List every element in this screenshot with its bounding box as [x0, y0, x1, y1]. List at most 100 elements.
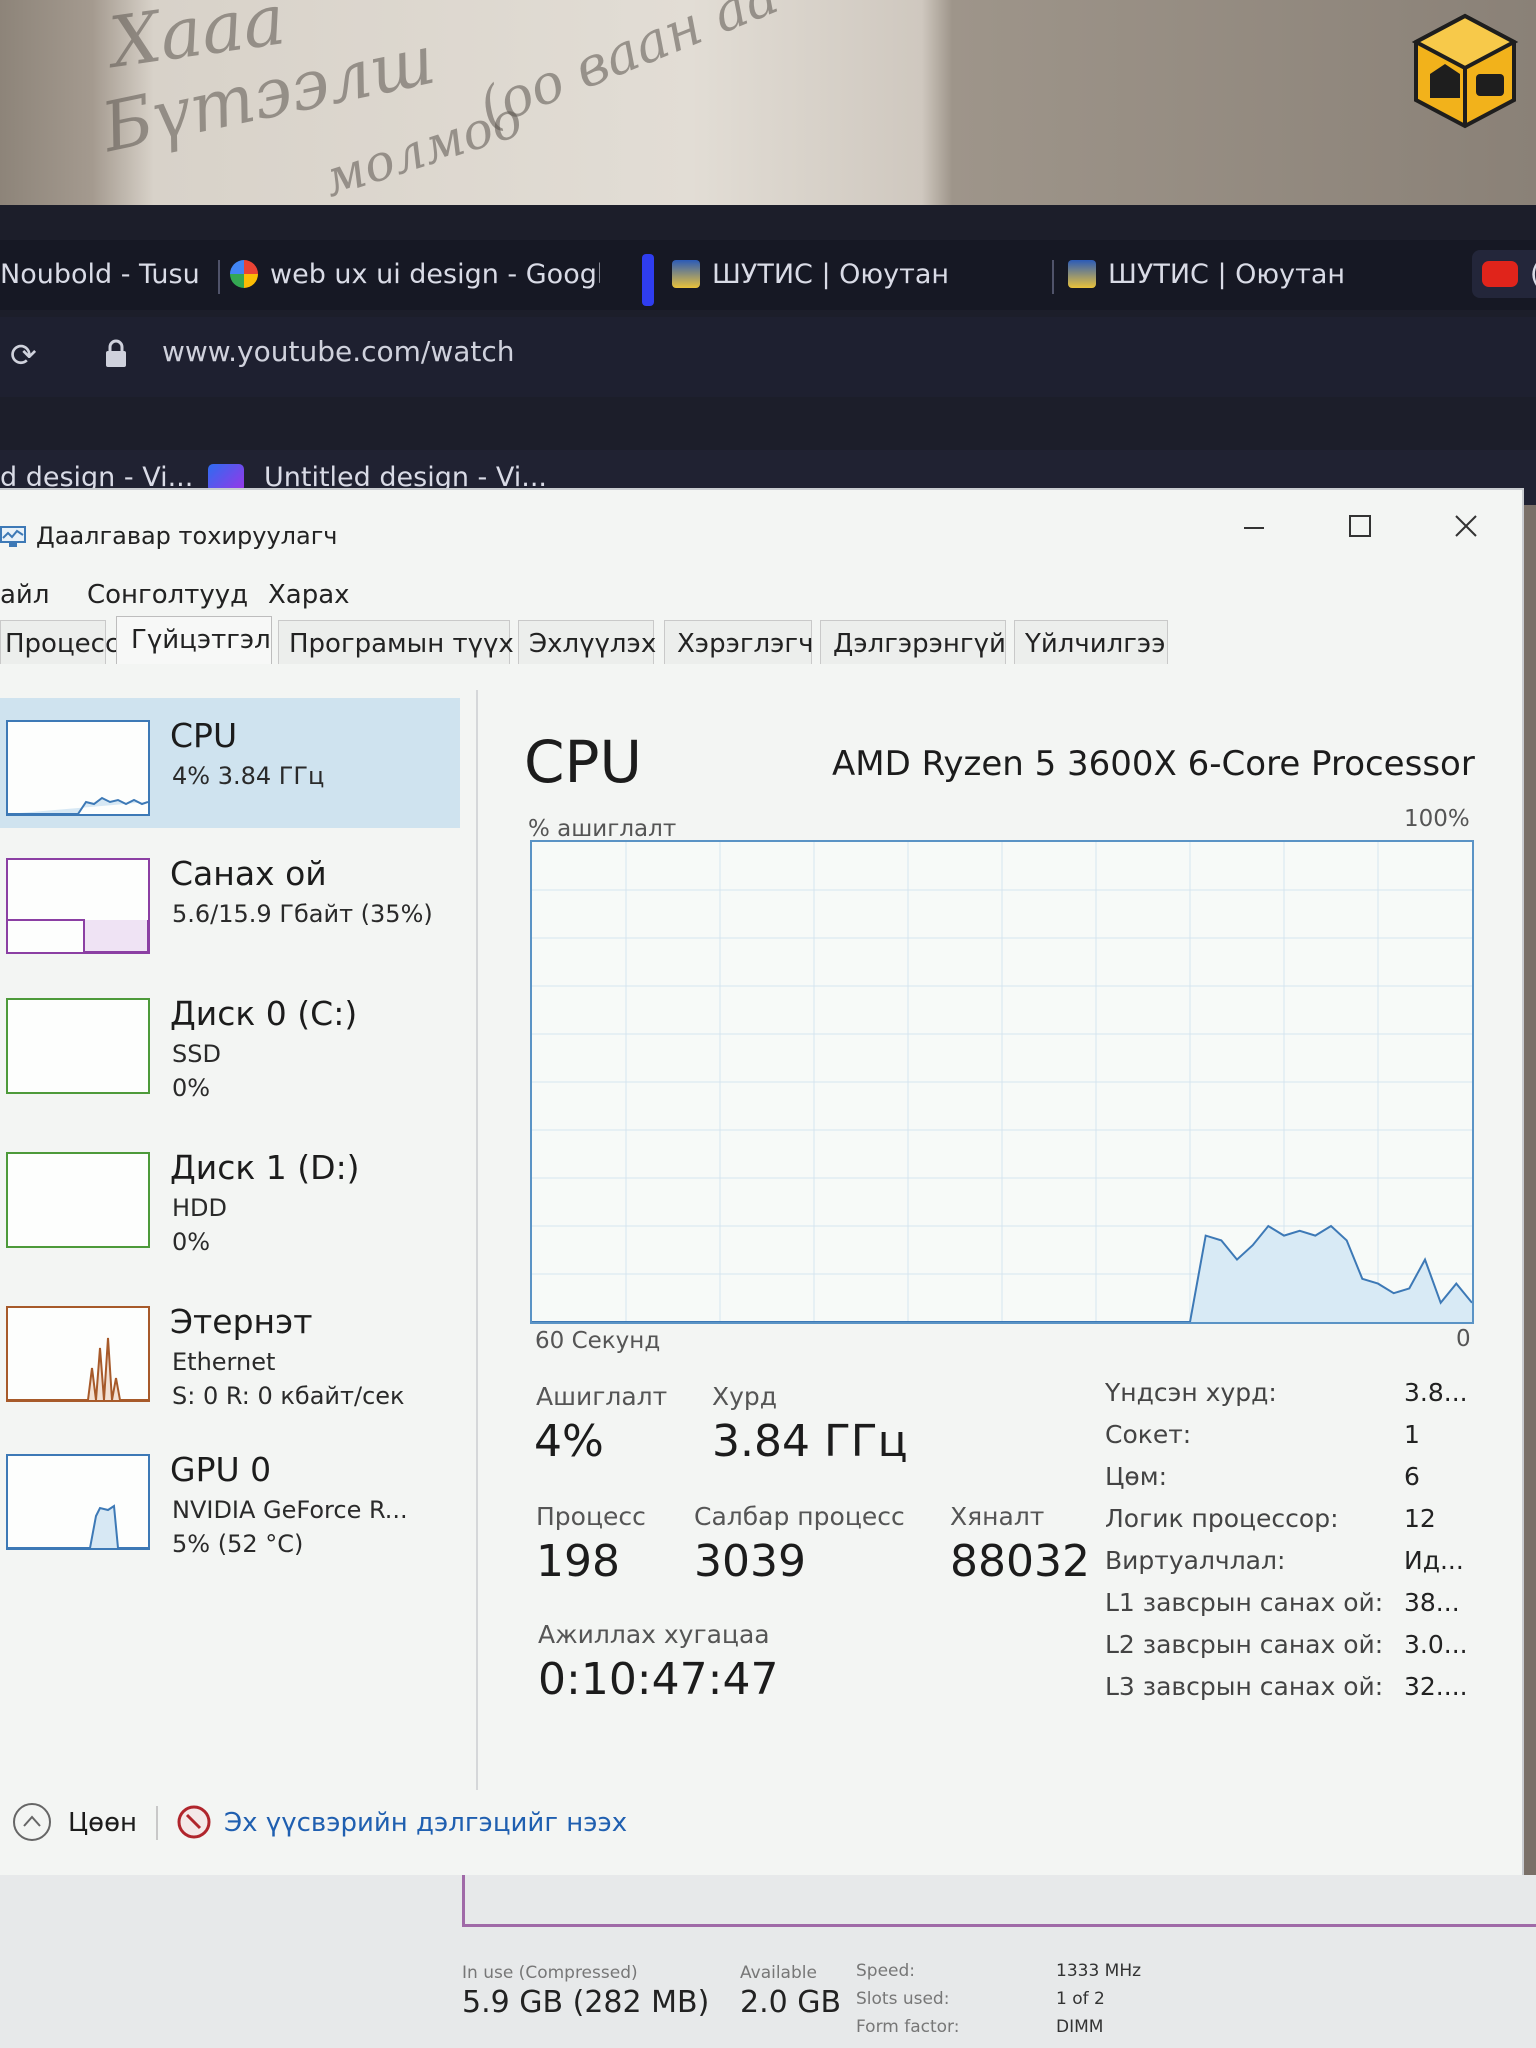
- sidebar-item-disk-1[interactable]: Диск 1 (D:) HDD 0%: [0, 1130, 460, 1260]
- browser-tab[interactable]: web ux ui design - Google: [230, 250, 600, 298]
- utilization-value: 4%: [534, 1416, 604, 1467]
- task-manager-app-icon: [0, 526, 26, 547]
- sockets-value: 1: [1404, 1420, 1420, 1449]
- sidebar-item-name: CPU: [170, 716, 238, 755]
- panel-title: CPU: [524, 728, 642, 796]
- browser-window: Noubold - Tusu web ux ui design - Google…: [0, 205, 1536, 505]
- fewer-details-button[interactable]: Цөөн: [68, 1808, 137, 1838]
- sidebar-item-adapter: Ethernet: [172, 1348, 276, 1376]
- bookmark-item[interactable]: Untitled design - Vi...: [264, 462, 547, 493]
- l2-cache-label: L2 завсрын санах ой:: [1105, 1630, 1384, 1659]
- ethernet-thumbnail-graph: [6, 1306, 150, 1402]
- tab-users[interactable]: Хэрэглэгч: [664, 620, 813, 664]
- processes-value: 198: [536, 1536, 620, 1587]
- logical-processors-value: 12: [1404, 1504, 1436, 1533]
- tab-app-history[interactable]: Програмын түүх: [278, 620, 514, 664]
- university-crest-icon: [672, 260, 700, 288]
- y-axis-max: 100%: [1404, 806, 1470, 832]
- slots-value: 1 of 2: [1056, 1989, 1105, 2009]
- tab-label: (: [1530, 259, 1536, 290]
- tab-group-marker: [642, 254, 654, 306]
- tab-separator: [1052, 260, 1054, 294]
- virtualization-label: Виртуалчлал:: [1105, 1546, 1286, 1575]
- sidebar-item-gpu[interactable]: GPU 0 NVIDIA GeForce R... 5% (52 °C): [0, 1432, 460, 1562]
- tab-label: Noubold - Tusu: [0, 258, 200, 290]
- speed-label: Speed:: [856, 1961, 916, 1981]
- cores-value: 6: [1404, 1462, 1420, 1491]
- browser-tab[interactable]: (: [1472, 250, 1536, 298]
- processor-model: AMD Ryzen 5 3600X 6-Core Processor: [832, 744, 1475, 784]
- form-factor-value: DIMM: [1056, 2017, 1104, 2037]
- video-editor-icon: [208, 464, 244, 492]
- cores-label: Цөм:: [1105, 1462, 1167, 1491]
- menu-options[interactable]: Сонголтууд: [87, 580, 248, 610]
- speed-value: 3.84 ГГц: [712, 1416, 908, 1467]
- memory-composition-frame: [462, 1875, 1536, 1927]
- menu-view[interactable]: Харах: [268, 580, 350, 610]
- sockets-label: Сокет:: [1105, 1420, 1192, 1449]
- footer-bar: Цөөн Эх үүсвэрийн дэлгэцийг нээх: [0, 1800, 1522, 1875]
- virtualization-value: Ид...: [1404, 1546, 1464, 1575]
- tab-label: ШУТИС | Оюутан: [1108, 258, 1346, 290]
- threads-value: 3039: [694, 1536, 806, 1587]
- bookmark-item[interactable]: d design - Vi...: [0, 462, 193, 493]
- sidebar-item-detail: 0%: [172, 1228, 211, 1256]
- resource-sidebar: CPU 4% 3.84 ГГц Санах ой 5.6/15.9 Гбайт …: [0, 690, 470, 1790]
- utilization-label: Ашиглалт: [536, 1382, 668, 1411]
- sidebar-item-detail: 5% (52 °C): [172, 1530, 304, 1558]
- maximize-icon[interactable]: [1340, 506, 1380, 546]
- tab-details[interactable]: Дэлгэрэнгүй: [820, 620, 1006, 664]
- sidebar-item-type: HDD: [172, 1194, 228, 1222]
- uptime-label: Ажиллах хугацаа: [538, 1620, 770, 1649]
- tab-processes[interactable]: Процесс: [0, 620, 119, 664]
- url-field[interactable]: www.youtube.com/watch: [162, 335, 515, 368]
- minimize-icon[interactable]: [1234, 506, 1274, 546]
- google-icon: [230, 260, 258, 288]
- sidebar-item-cpu[interactable]: CPU 4% 3.84 ГГц: [0, 698, 460, 828]
- tab-services[interactable]: Үйлчилгээ: [1014, 620, 1168, 664]
- sidebar-item-ethernet[interactable]: Этернэт Ethernet S: 0 R: 0 кбайт/сек: [0, 1284, 460, 1414]
- browser-tab[interactable]: ШУТИС | Оюутан: [672, 250, 1032, 298]
- sidebar-item-disk-0[interactable]: Диск 0 (C:) SSD 0%: [0, 976, 460, 1106]
- logical-processors-label: Логик процессор:: [1105, 1504, 1339, 1533]
- handles-label: Хяналт: [950, 1502, 1045, 1531]
- base-speed-value: 3.8...: [1404, 1378, 1468, 1407]
- sidebar-item-name: Диск 1 (D:): [170, 1148, 360, 1187]
- cpu-usage-graph: [530, 840, 1474, 1324]
- l3-cache-value: 32....: [1404, 1672, 1468, 1701]
- form-factor-label: Form factor:: [856, 2017, 960, 2037]
- speed-label: Хурд: [712, 1382, 778, 1411]
- sidebar-item-detail: S: 0 R: 0 кбайт/сек: [172, 1382, 405, 1410]
- sidebar-item-name: Этернэт: [170, 1302, 313, 1341]
- available-label: Available: [740, 1963, 817, 1983]
- reload-icon[interactable]: ⟳: [10, 337, 46, 373]
- disk-1-thumbnail-graph: [6, 1152, 150, 1248]
- tab-performance[interactable]: Гүйцэтгэл: [116, 616, 272, 664]
- memory-thumbnail-graph: [6, 858, 150, 954]
- sidebar-item-name: Санах ой: [170, 854, 327, 893]
- tab-strip: Процесс Гүйцэтгэл Програмын түүх Эхлүүлэ…: [0, 616, 1180, 668]
- university-crest-icon: [1068, 260, 1096, 288]
- underlying-window: In use (Compressed) 5.9 GB (282 MB) Avai…: [0, 1875, 1536, 2048]
- browser-tab[interactable]: ШУТИС | Оюутан: [1068, 250, 1448, 298]
- tab-startup[interactable]: Эхлүүлэх: [518, 620, 656, 664]
- l2-cache-value: 3.0...: [1404, 1630, 1468, 1659]
- browser-tab[interactable]: Noubold - Tusu: [0, 250, 205, 298]
- sidebar-item-name: Диск 0 (C:): [170, 994, 358, 1033]
- open-resource-monitor-link[interactable]: Эх үүсвэрийн дэлгэцийг нээх: [224, 1808, 627, 1838]
- disk-0-thumbnail-graph: [6, 998, 150, 1094]
- sidebar-item-detail: 0%: [172, 1074, 211, 1102]
- tab-separator: [218, 260, 220, 294]
- close-icon[interactable]: [1446, 506, 1486, 546]
- pane-divider[interactable]: [476, 690, 478, 1790]
- handles-value: 88032: [950, 1536, 1090, 1587]
- x-axis-label: 60 Секунд: [535, 1328, 661, 1354]
- sidebar-item-memory[interactable]: Санах ой 5.6/15.9 Гбайт (35%): [0, 836, 460, 966]
- background-paper: Хааа Бүтээлш (оо ваан аа молмоо: [0, 0, 1536, 215]
- menu-file[interactable]: айл: [0, 580, 49, 610]
- sidebar-item-type: SSD: [172, 1040, 221, 1068]
- tab-label: web ux ui design - Google: [270, 258, 600, 290]
- lock-icon: [106, 339, 126, 367]
- chevron-up-icon[interactable]: [12, 1802, 52, 1842]
- gpu-thumbnail-graph: [6, 1454, 150, 1550]
